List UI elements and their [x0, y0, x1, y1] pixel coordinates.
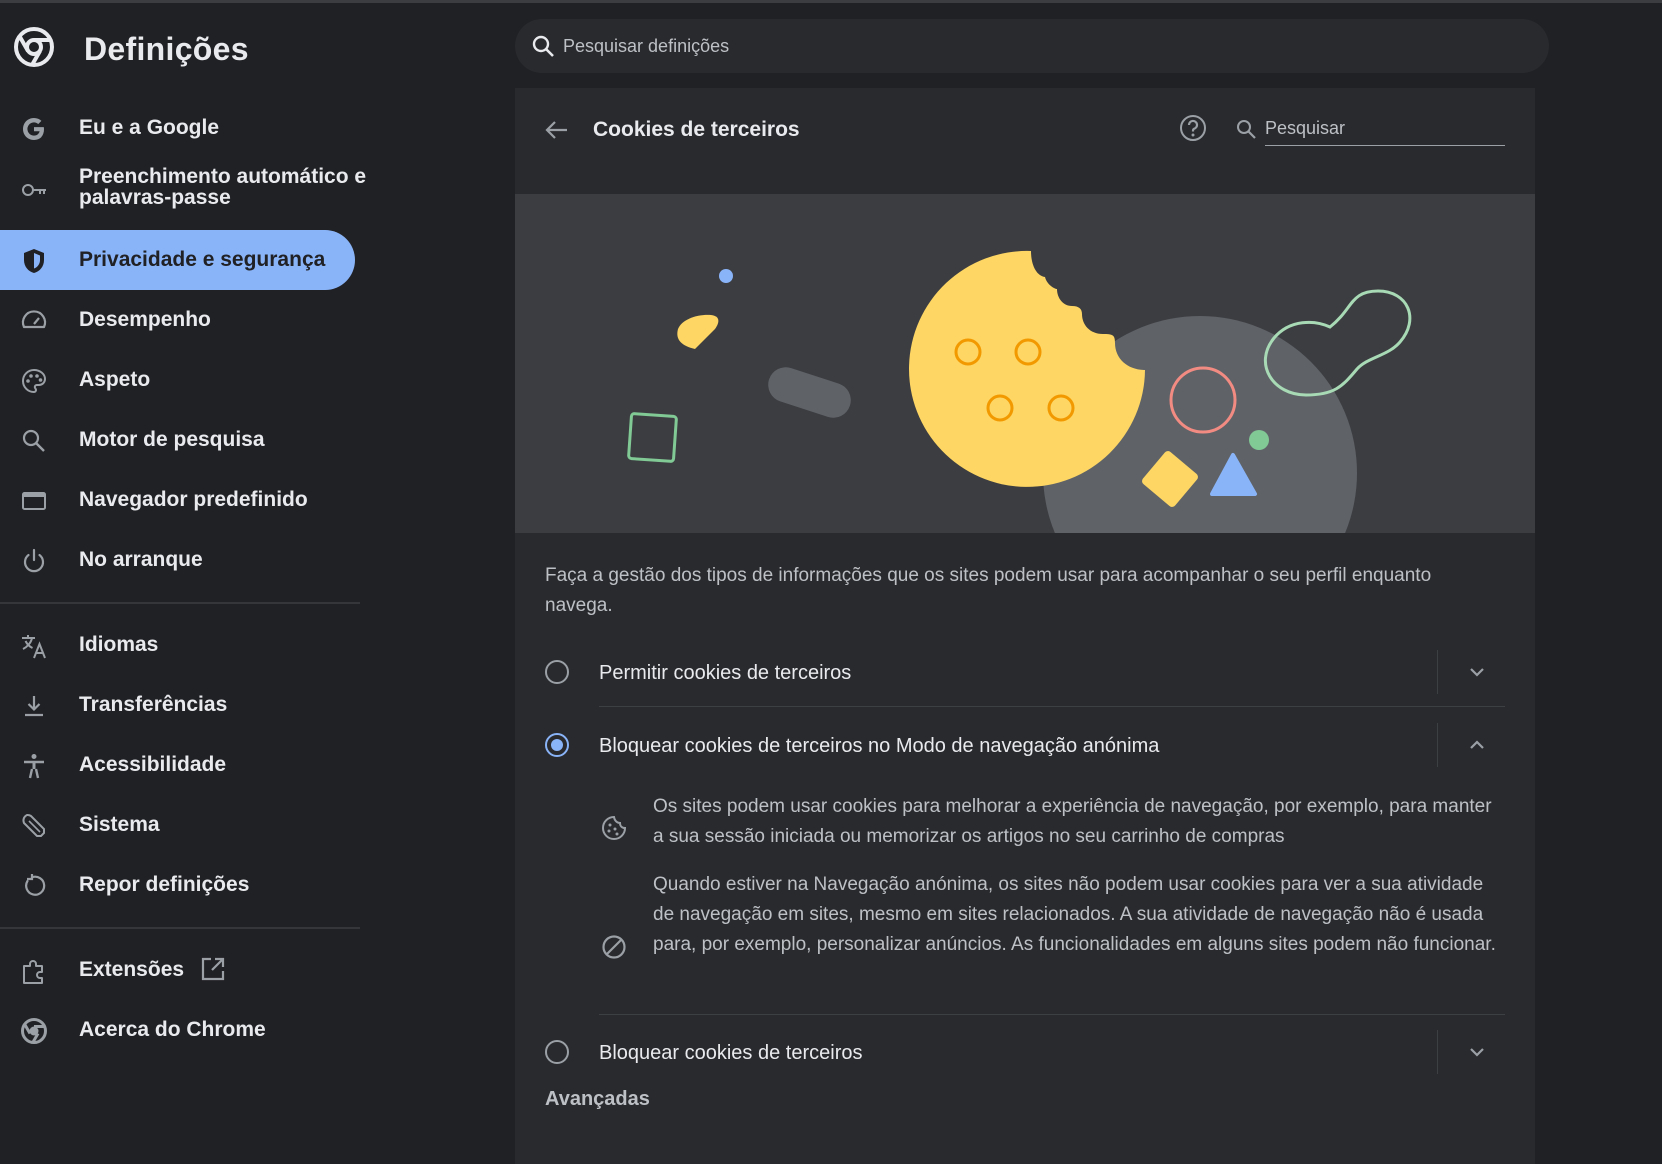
translate-icon — [22, 635, 46, 659]
sidebar-item-about-chrome[interactable]: Acerca do Chrome — [0, 1000, 355, 1060]
sidebar-item-default-browser[interactable]: Navegador predefinido — [0, 470, 355, 530]
sidebar-item-label: Desempenho — [79, 308, 211, 331]
option-allow-third-party-cookies[interactable]: Permitir cookies de terceiros — [545, 636, 1505, 706]
sidebar: Eu e a Google Preenchimento automático e… — [0, 88, 366, 1164]
search-icon — [22, 429, 45, 452]
chrome-logo-icon — [14, 27, 54, 67]
speedometer-icon — [21, 310, 47, 329]
radio-allow-third-party-cookies[interactable] — [545, 660, 569, 684]
block-icon — [602, 935, 626, 959]
option-label: Bloquear cookies de terceiros — [599, 1042, 863, 1064]
option-separator — [599, 706, 1505, 707]
cookie-illustration-graphic — [627, 250, 1412, 533]
option-block-incognito-third-party-cookies[interactable]: Bloquear cookies de terceiros no Modo de… — [545, 709, 1505, 779]
sidebar-item-downloads[interactable]: Transferências — [0, 675, 355, 735]
download-icon — [25, 696, 43, 717]
sidebar-item-you-and-google[interactable]: Eu e a Google — [0, 98, 355, 158]
sidebar-item-accessibility[interactable]: Acessibilidade — [0, 735, 355, 795]
header: Definições Pesquisar definições — [0, 3, 1662, 88]
back-arrow-icon[interactable] — [543, 116, 571, 144]
cookie-icon — [602, 815, 627, 840]
page-title: Cookies de terceiros — [593, 118, 800, 141]
sidebar-item-label: Preenchimento automático e palavras-pass… — [79, 165, 367, 209]
option-divider — [1437, 723, 1438, 767]
sidebar-item-label: No arranque — [79, 548, 203, 571]
sidebar-item-appearance[interactable]: Aspeto — [0, 350, 355, 410]
settings-search-placeholder[interactable]: Pesquisar definições — [563, 36, 729, 57]
detail-text-cookies-usage: Os sites podem usar cookies para melhora… — [653, 796, 1492, 847]
sidebar-item-label: Idiomas — [79, 633, 159, 656]
panel-search-input[interactable] — [1265, 112, 1505, 146]
sidebar-item-label: Sistema — [79, 813, 160, 836]
option-label: Bloquear cookies de terceiros no Modo de… — [599, 735, 1160, 757]
option-separator — [599, 1014, 1505, 1015]
panel-header: Cookies de terceiros — [515, 88, 1535, 194]
panel-search — [1235, 112, 1505, 146]
accessibility-icon — [24, 754, 44, 779]
search-icon — [1237, 120, 1256, 139]
puzzle-icon — [23, 960, 43, 984]
sidebar-item-autofill[interactable]: Preenchimento automático e palavras-pass… — [0, 160, 366, 220]
option-divider — [1437, 1030, 1438, 1074]
advanced-section-heading: Avançadas — [545, 1088, 650, 1110]
chevron-down-icon[interactable] — [1465, 660, 1489, 684]
option-divider — [1437, 650, 1438, 694]
sidebar-item-languages[interactable]: Idiomas — [0, 615, 355, 675]
sidebar-item-label: Acerca do Chrome — [79, 1018, 266, 1041]
browser-window-icon — [22, 492, 46, 510]
sidebar-item-privacy-security[interactable]: Privacidade e segurança — [0, 230, 355, 290]
wrench-icon — [22, 813, 45, 837]
option-label: Permitir cookies de terceiros — [599, 662, 852, 684]
sidebar-item-label: Navegador predefinido — [79, 488, 308, 511]
sidebar-item-search-engine[interactable]: Motor de pesquisa — [0, 410, 355, 470]
sidebar-item-extensions[interactable]: Extensões — [0, 940, 355, 1000]
help-icon[interactable] — [1178, 113, 1208, 143]
detail-text-incognito-block: Quando estiver na Navegação anónima, os … — [653, 874, 1496, 955]
sidebar-item-label: Motor de pesquisa — [79, 428, 265, 451]
chrome-icon — [21, 1018, 47, 1044]
sidebar-separator — [0, 602, 360, 604]
third-party-cookies-panel: Cookies de terceiros Pesquisar Faça a ge… — [515, 88, 1535, 1164]
sidebar-item-on-startup[interactable]: No arranque — [0, 530, 355, 590]
app-title: Definições — [84, 31, 249, 67]
palette-icon — [21, 368, 47, 394]
key-icon — [22, 184, 46, 196]
google-g-icon — [23, 118, 44, 140]
chevron-down-icon[interactable] — [1465, 1040, 1489, 1064]
sidebar-item-label: Aspeto — [79, 368, 151, 391]
sidebar-item-label: Privacidade e segurança — [79, 248, 326, 271]
search-icon — [532, 35, 554, 57]
panel-description: Faça a gestão dos tipos de informações q… — [545, 565, 1432, 616]
radio-block-third-party-cookies[interactable] — [545, 1040, 569, 1064]
reset-icon — [25, 874, 46, 896]
settings-search-box[interactable]: Pesquisar definições — [515, 19, 1549, 73]
shield-icon — [24, 249, 44, 273]
sidebar-item-label: Eu e a Google — [79, 116, 220, 139]
sidebar-item-label: Acessibilidade — [79, 753, 227, 776]
sidebar-item-label: Extensões — [79, 958, 185, 981]
sidebar-item-label: Transferências — [79, 693, 228, 716]
radio-block-incognito-third-party-cookies[interactable] — [545, 733, 569, 757]
sidebar-separator — [0, 927, 360, 929]
cookies-illustration — [515, 194, 1535, 533]
power-icon — [23, 548, 45, 573]
sidebar-item-label: Repor definições — [79, 873, 250, 896]
option-block-third-party-cookies[interactable]: Bloquear cookies de terceiros — [545, 1016, 1505, 1086]
external-link-icon[interactable] — [200, 956, 226, 982]
sidebar-item-reset-settings[interactable]: Repor definições — [0, 855, 355, 915]
chevron-up-icon[interactable] — [1465, 733, 1489, 757]
sidebar-item-system[interactable]: Sistema — [0, 795, 355, 855]
sidebar-item-performance[interactable]: Desempenho — [0, 290, 355, 350]
